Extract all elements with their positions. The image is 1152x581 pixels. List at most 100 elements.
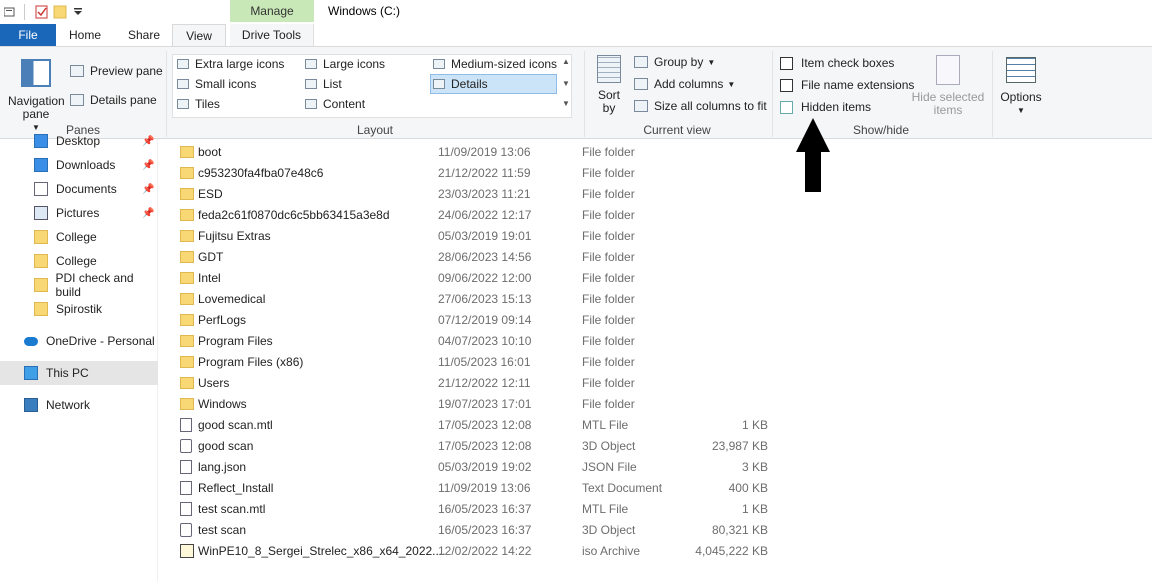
file-row[interactable]: Program Files 04/07/2023 10:10 File folder — [160, 330, 1152, 351]
navigation-pane-icon — [21, 59, 51, 87]
sidebar-item-college-2[interactable]: College — [0, 249, 158, 273]
layout-list[interactable]: List — [305, 77, 342, 91]
checkbox-label: Item check boxes — [801, 56, 895, 70]
file-date: 19/07/2023 17:01 — [438, 397, 532, 411]
sidebar-item-college[interactable]: College — [0, 225, 158, 249]
medium-icons-icon — [433, 59, 445, 69]
explorer-icon[interactable] — [4, 5, 18, 19]
file-row[interactable]: Program Files (x86) 11/05/2023 16:01 File … — [160, 351, 1152, 372]
file-name: Lovemedical — [198, 292, 266, 306]
file-date: 21/12/2022 11:59 — [438, 166, 531, 180]
file-row[interactable]: good scan.mtl 17/05/2023 12:08 MTL File 1 K… — [160, 414, 1152, 435]
layout-tiles[interactable]: Tiles — [177, 97, 220, 111]
group-by-button[interactable]: Group by ▼ — [634, 55, 715, 69]
hidden-items-checkbox[interactable]: Hidden items — [780, 100, 871, 114]
sidebar-item-pictures[interactable]: Pictures 📌 — [0, 201, 158, 225]
sidebar-item-label: College — [56, 254, 97, 268]
file-date: 27/06/2023 15:13 — [438, 292, 532, 306]
file-size: 1 KB — [741, 502, 768, 516]
file-row[interactable]: PerfLogs 07/12/2019 09:14 File folder — [160, 309, 1152, 330]
file-size: 4,045,222 KB — [695, 544, 768, 558]
file-row[interactable]: lang.json 05/03/2019 19:02 JSON File 3 KB — [160, 456, 1152, 477]
hide-selected-items-button[interactable]: Hide selected items — [910, 55, 986, 117]
pin-icon: 📌 — [142, 207, 155, 219]
new-folder-icon[interactable] — [53, 5, 67, 19]
file-type: File folder — [582, 397, 635, 411]
file-row[interactable]: test scan 16/05/2023 16:37 3D Object 80,321… — [160, 519, 1152, 540]
gallery-expand-icon[interactable]: ▼ — [560, 99, 572, 108]
sidebar-item-downloads[interactable]: Downloads 📌 — [0, 153, 158, 177]
file-row[interactable]: GDT 28/06/2023 14:56 File folder — [160, 246, 1152, 267]
manage-context-tab[interactable]: Manage — [230, 0, 314, 22]
hide-selected-icon — [936, 55, 960, 85]
file-row[interactable]: Fujitsu Extras 05/03/2019 19:01 File folde… — [160, 225, 1152, 246]
sidebar-item-label: Downloads — [56, 158, 116, 172]
layout-extra-large-icons[interactable]: Extra large icons — [177, 57, 284, 71]
details-pane-button[interactable]: Details pane — [70, 93, 157, 107]
sidebar-item-desktop[interactable]: Desktop 📌 — [0, 129, 158, 153]
add-columns-button[interactable]: Add columns ▼ — [634, 77, 735, 91]
file-date: 28/06/2023 14:56 — [438, 250, 532, 264]
layout-content[interactable]: Content — [305, 97, 365, 111]
sidebar-item-documents[interactable]: Documents 📌 — [0, 177, 158, 201]
file-row[interactable]: c953230fa4fba07e48c6 21/12/2022 11:59 File… — [160, 162, 1152, 183]
file-row[interactable]: Reflect_Install 11/09/2019 13:06 Text Docu… — [160, 477, 1152, 498]
tab-home[interactable]: Home — [60, 24, 110, 46]
file-row[interactable]: test scan.mtl 16/05/2023 16:37 MTL File 1 K… — [160, 498, 1152, 519]
tab-file[interactable]: File — [0, 24, 56, 46]
downloads-icon — [34, 158, 48, 172]
layout-small-icons[interactable]: Small icons — [177, 77, 256, 91]
folder-icon — [180, 146, 194, 158]
sidebar-item-spirostik[interactable]: Spirostik — [0, 297, 158, 321]
checkbox-box — [780, 100, 793, 114]
file-row[interactable]: Lovemedical 27/06/2023 15:13 File folder — [160, 288, 1152, 309]
sidebar-item-this-pc[interactable]: This PC — [0, 361, 158, 385]
size-all-columns-button[interactable]: Size all columns to fit — [634, 99, 767, 113]
file-date: 11/09/2019 13:06 — [438, 481, 531, 495]
chevron-down-icon: ▼ — [1017, 106, 1025, 115]
options-label: Options — [1000, 90, 1042, 104]
tab-share[interactable]: Share — [118, 24, 170, 46]
file-row[interactable]: Users 21/12/2022 12:11 File folder — [160, 372, 1152, 393]
file-row[interactable]: ESD 23/03/2023 11:21 File folder — [160, 183, 1152, 204]
file-name: c953230fa4fba07e48c6 — [198, 166, 324, 180]
layout-large-icons[interactable]: Large icons — [305, 57, 385, 71]
gallery-scroll-up-icon[interactable]: ▲ — [560, 57, 572, 66]
file-type: File folder — [582, 250, 635, 264]
file-name: Windows — [198, 397, 247, 411]
qat-separator — [24, 4, 25, 20]
options-button[interactable]: Options ▼ — [996, 55, 1046, 117]
tab-drive-tools[interactable]: Drive Tools — [230, 24, 314, 46]
file-row[interactable]: feda2c61f0870dc6c5bb63415a3e8d 24/06/2022… — [160, 204, 1152, 225]
item-check-boxes-checkbox[interactable]: Item check boxes — [780, 56, 894, 70]
sidebar-item-onedrive[interactable]: OneDrive - Personal — [0, 329, 158, 353]
sidebar-item-label: This PC — [46, 366, 89, 380]
properties-icon[interactable] — [35, 5, 49, 19]
sidebar-item-label: College — [56, 230, 97, 244]
tab-view[interactable]: View — [172, 24, 226, 47]
file-row[interactable]: WinPE10_8_Sergei_Strelec_x86_x64_2022...… — [160, 540, 1152, 561]
sort-by-button[interactable]: Sort by — [594, 55, 624, 115]
layout-medium-icons[interactable]: Medium-sized icons — [433, 57, 557, 71]
sidebar-item-pdi-check[interactable]: PDI check and build — [0, 273, 158, 297]
pictures-icon — [34, 206, 48, 220]
file-size: 1 KB — [741, 418, 768, 432]
current-view-group-label: Current view — [643, 123, 711, 137]
qat-dropdown-icon[interactable] — [71, 5, 85, 19]
sidebar-item-network[interactable]: Network — [0, 393, 158, 417]
file-type: File folder — [582, 313, 635, 327]
navigation-pane-button[interactable]: Navigation pane ▼ — [8, 55, 65, 134]
file-name-extensions-checkbox[interactable]: File name extensions — [780, 78, 914, 92]
file-name: boot — [198, 145, 222, 159]
options-icon — [1006, 57, 1036, 83]
preview-pane-button[interactable]: Preview pane — [70, 64, 163, 78]
folder-icon — [180, 251, 194, 263]
tiles-icon — [177, 99, 189, 109]
file-row[interactable]: boot 11/09/2019 13:06 File folder — [160, 141, 1152, 162]
file-row[interactable]: Windows 19/07/2023 17:01 File folder — [160, 393, 1152, 414]
file-row[interactable]: good scan 17/05/2023 12:08 3D Object 23,987… — [160, 435, 1152, 456]
file-name: test scan.mtl — [198, 502, 266, 516]
layout-details[interactable]: Details — [433, 77, 488, 91]
file-row[interactable]: Intel 09/06/2022 12:00 File folder — [160, 267, 1152, 288]
gallery-scroll-down-icon[interactable]: ▼ — [560, 79, 572, 88]
